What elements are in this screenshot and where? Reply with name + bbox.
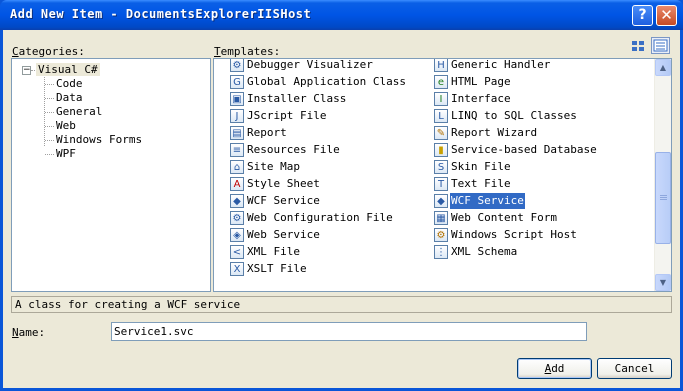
tree-item-wpf[interactable]: WPF (56, 147, 76, 161)
tree-item-visual-csharp[interactable]: Visual C# (36, 63, 100, 77)
sitemap-icon: ⌂ (230, 160, 244, 174)
webservice-icon: ◈ (230, 228, 244, 242)
database-icon: ▮ (434, 143, 448, 157)
categories-tree[interactable]: − Visual C# Code Data General Web Windows Fo… (11, 58, 211, 292)
template-item-label: LINQ to SQL Classes (451, 109, 577, 122)
global-app-icon: G (230, 75, 244, 89)
installer-icon: ▣ (230, 92, 244, 106)
template-item-label: Generic Handler (451, 58, 551, 71)
collapse-expander[interactable]: − (22, 66, 31, 75)
add-button[interactable]: Add (517, 358, 592, 379)
description-bar: A class for creating a WCF service (11, 296, 672, 313)
list-view-icon (653, 39, 668, 52)
webconfig-icon: ⚙ (230, 211, 244, 225)
large-icons-view-button[interactable] (629, 37, 648, 54)
templates-label: Templates: (214, 45, 281, 58)
stylesheet-icon: A (230, 177, 244, 191)
tree-item-web[interactable]: Web (56, 119, 76, 133)
template-item-label: Web Service (247, 228, 320, 241)
window-title: Add New Item - DocumentsExplorerIISHost (10, 7, 312, 21)
report-wizard-icon: ✎ (434, 126, 448, 140)
template-item-label: Web Configuration File (247, 211, 393, 224)
template-item-label: Report Wizard (451, 126, 538, 139)
dialog-window: Add New Item - DocumentsExplorerIISHost … (0, 0, 683, 391)
template-item-label: XML Schema (451, 245, 518, 258)
interface-icon: I (434, 92, 448, 106)
title-bar[interactable]: Add New Item - DocumentsExplorerIISHost … (0, 0, 683, 30)
template-item-label: HTML Page (451, 75, 511, 88)
categories-label: Categories: (12, 45, 85, 58)
template-item-label: XSLT File (247, 262, 307, 275)
script-host-icon: ⚙ (434, 228, 448, 242)
tree-item-code[interactable]: Code (56, 77, 83, 91)
template-item-label: Debugger Visualizer (247, 58, 373, 71)
template-item-label: Interface (451, 92, 511, 105)
content-form-icon: ▦ (434, 211, 448, 225)
template-item-label: Resources File (247, 143, 340, 156)
skin-icon: S (434, 160, 448, 174)
tree-item-general[interactable]: General (56, 105, 102, 119)
resources-icon: ≡ (230, 143, 244, 157)
template-item-label: WCF Service (247, 194, 320, 207)
tree-item-data[interactable]: Data (56, 91, 83, 105)
template-item-label: JScript File (247, 109, 327, 122)
scroll-thumb[interactable] (655, 152, 671, 244)
template-item-label: XML File (247, 245, 300, 258)
template-item-label: WCF Service (450, 193, 525, 209)
large-icons-icon (632, 41, 644, 51)
scroll-down-button[interactable]: ▼ (655, 274, 671, 291)
linq-icon: L (434, 109, 448, 123)
xslt-icon: X (230, 262, 244, 276)
handler-icon: H (434, 59, 448, 72)
schema-icon: ⋮ (434, 245, 448, 259)
debugger-icon: ⚙ (230, 59, 244, 72)
tree-item-windows-forms[interactable]: Windows Forms (56, 133, 142, 147)
html-icon: e (434, 75, 448, 89)
template-item-label: Web Content Form (451, 211, 557, 224)
template-item-label: Text File (451, 177, 511, 190)
name-label: Name: (12, 326, 46, 339)
template-item-label: Windows Script Host (451, 228, 577, 241)
text-icon: T (434, 177, 448, 191)
xml-icon: < (230, 245, 244, 259)
template-item-label: Skin File (451, 160, 511, 173)
report-icon: ▤ (230, 126, 244, 140)
dialog-body: Categories: Templates: − Visual C# Code D… (3, 30, 680, 388)
name-input[interactable]: Service1.svc (111, 322, 587, 341)
wcf-icon: ◆ (230, 194, 244, 208)
scroll-up-button[interactable]: ▲ (655, 59, 671, 76)
template-item-label: Report (247, 126, 287, 139)
wcf-icon: ◆ (434, 194, 448, 208)
template-item-label: Global Application Class (247, 75, 406, 88)
cancel-button[interactable]: Cancel (597, 358, 672, 379)
templates-scrollbar[interactable]: ▲ ▼ (654, 59, 671, 291)
template-item-label: Style Sheet (247, 177, 320, 190)
template-item-label: Site Map (247, 160, 300, 173)
close-button[interactable]: ✕ (656, 5, 677, 26)
small-icons-view-button[interactable] (651, 37, 670, 54)
templates-list[interactable]: ⚙ Debugger Visualizer G Global Application … (213, 58, 672, 292)
help-button[interactable]: ? (632, 5, 653, 26)
template-item-label: Service-based Database (451, 143, 597, 156)
jscript-icon: J (230, 109, 244, 123)
template-item-label: Installer Class (247, 92, 347, 105)
